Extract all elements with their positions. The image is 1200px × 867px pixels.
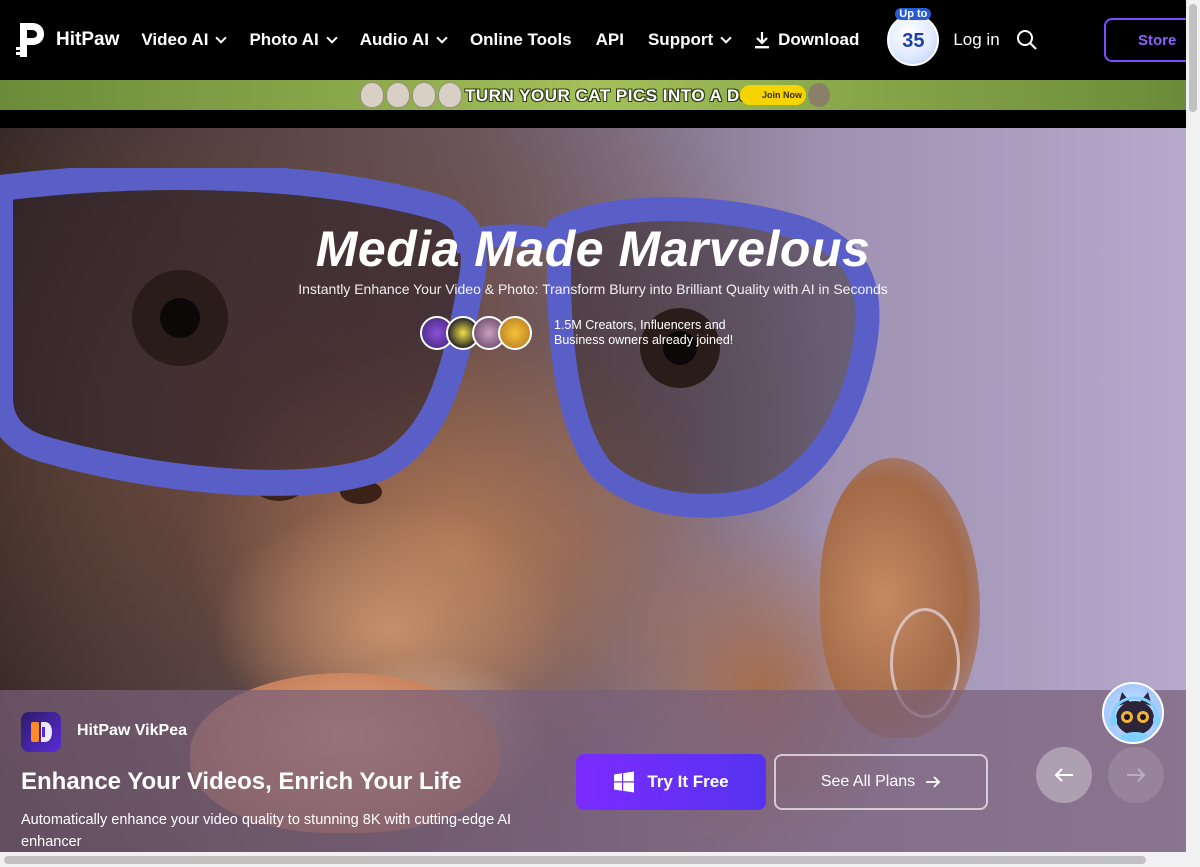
menu-api[interactable]: API	[596, 30, 624, 50]
discount-badge[interactable]: Up to 35	[887, 8, 940, 66]
product-panel: HitPaw VikPea Enhance Your Videos, Enric…	[0, 690, 1186, 852]
vikpea-app-icon	[21, 712, 61, 752]
chevron-down-icon	[326, 31, 338, 44]
download-link[interactable]: Download	[754, 30, 859, 50]
chevron-down-icon	[215, 31, 228, 44]
banner-text: TURN YOUR CAT PICS INTO A DJI	[465, 86, 755, 105]
main-menu: Video AI Photo AI Audio AI Online Tools …	[141, 30, 885, 50]
download-label: Download	[778, 30, 860, 49]
discount-badge-caption: Up to	[895, 8, 932, 20]
try-it-free-button[interactable]: Try It Free	[576, 754, 766, 810]
search-icon[interactable]	[1016, 29, 1038, 51]
cat-image	[808, 83, 830, 107]
social-proof: 1.5M Creators, Influencers and Business …	[420, 316, 764, 350]
horizontal-scrollbar-thumb[interactable]	[4, 856, 1146, 864]
cat-image	[438, 82, 462, 108]
menu-video-ai[interactable]: Video AI	[141, 30, 228, 50]
menu-online-tools[interactable]: Online Tools	[470, 30, 572, 50]
promo-banner[interactable]: TURN YOUR CAT PICS INTO A DJI Join Now	[0, 80, 1186, 128]
cat-image	[360, 82, 384, 108]
arrow-right-icon	[925, 775, 941, 789]
menu-label: Audio AI	[359, 30, 429, 49]
hero-subtitle: Instantly Enhance Your Video & Photo: Tr…	[298, 281, 888, 297]
cat-image	[386, 82, 410, 108]
menu-label: Photo AI	[249, 30, 319, 49]
social-proof-text: 1.5M Creators, Influencers and Business …	[554, 318, 764, 348]
product-name: HitPaw VikPea	[77, 722, 187, 739]
menu-label: API	[595, 30, 624, 49]
chevron-down-icon	[436, 31, 448, 44]
avatar	[498, 316, 532, 350]
carousel-prev-button[interactable]	[1036, 747, 1092, 803]
product-headline: Enhance Your Videos, Enrich Your Life	[21, 768, 462, 795]
hero-title: Media Made Marvelous	[315, 221, 871, 277]
brand-logo[interactable]: HitPaw	[16, 21, 119, 59]
product-description: Automatically enhance your video quality…	[21, 812, 512, 850]
chat-assistant-mascot-icon[interactable]	[1102, 682, 1164, 744]
vertical-scrollbar-thumb[interactable]	[1189, 4, 1197, 112]
vertical-scrollbar[interactable]	[1186, 0, 1200, 867]
menu-label: Support	[647, 30, 714, 49]
arrow-right-icon	[1126, 767, 1146, 783]
avatar-group	[420, 316, 532, 350]
login-link[interactable]: Log in	[953, 30, 999, 50]
banner-cat-images	[360, 82, 464, 108]
brand-name: HitPaw	[56, 29, 120, 50]
menu-label: Online Tools	[469, 30, 572, 49]
carousel-next-button[interactable]	[1108, 747, 1164, 803]
social-proof-line: Business owners already joined!	[554, 333, 734, 347]
arrow-left-icon	[1054, 767, 1074, 783]
see-all-plans-label: See All Plans	[820, 773, 916, 790]
chevron-down-icon	[720, 31, 732, 44]
menu-audio-ai[interactable]: Audio AI	[359, 30, 448, 50]
download-icon	[754, 31, 770, 49]
social-proof-line: 1.5M Creators, Influencers and	[554, 318, 726, 332]
try-it-free-label: Try It Free	[647, 772, 729, 791]
windows-icon	[613, 771, 635, 793]
promo-banner-strip: TURN YOUR CAT PICS INTO A DJI Join Now	[0, 80, 1186, 110]
hitpaw-logo-icon	[16, 21, 46, 59]
cat-image	[412, 82, 436, 108]
menu-photo-ai[interactable]: Photo AI	[249, 30, 338, 50]
discount-badge-value: 35	[902, 29, 925, 52]
menu-label: Video AI	[141, 30, 209, 49]
banner-join-button[interactable]: Join Now	[740, 85, 806, 105]
top-navigation: HitPaw Video AI Photo AI Audio AI Online…	[0, 0, 1186, 80]
see-all-plans-button[interactable]: See All Plans	[774, 754, 988, 810]
menu-support[interactable]: Support	[647, 30, 732, 50]
